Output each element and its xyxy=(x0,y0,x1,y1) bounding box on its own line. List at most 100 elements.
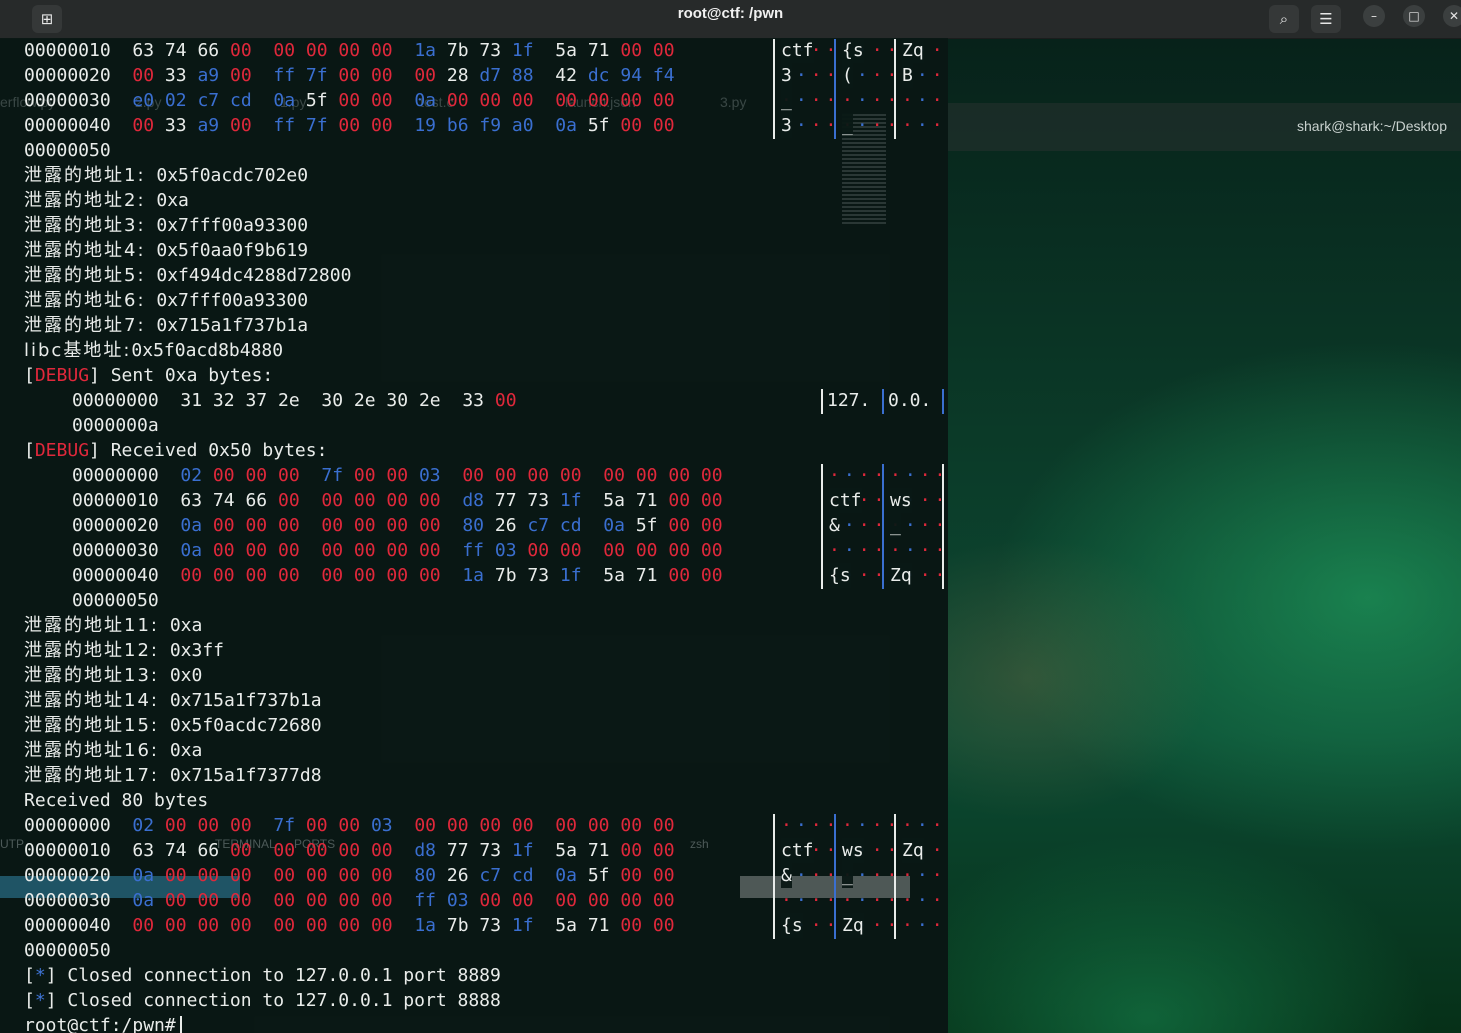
ascii-dot: · xyxy=(858,565,874,586)
search-button[interactable]: ⌕ xyxy=(1269,5,1299,33)
text-cursor xyxy=(179,1016,182,1033)
hex-byte: 00 xyxy=(305,915,328,936)
hex-byte: 00 xyxy=(700,515,723,536)
received-80-end-offset: 00000050 xyxy=(24,938,111,963)
ascii-text: ctf xyxy=(781,38,814,63)
ascii-text: ctf xyxy=(829,488,862,513)
hexdump-row: 00000020 00 33 a9 00 ff 7f 00 00 00 28 d… xyxy=(24,63,696,88)
terminal-output[interactable]: erflow.py 2.py 1.py test.c launch.json 3.py … xyxy=(0,38,948,1033)
hexdump-row: 00000040 00 00 00 00 00 00 00 00 1a 7b 7… xyxy=(72,563,744,588)
hex-byte: 00 xyxy=(620,890,643,911)
hex-byte: 00 xyxy=(305,840,328,861)
hex-byte: 00 xyxy=(321,565,344,586)
ascii-dot: · xyxy=(858,515,874,536)
hex-byte: 00 xyxy=(386,565,409,586)
close-button[interactable]: ✕ xyxy=(1443,5,1461,27)
ascii-dot: · xyxy=(873,465,889,486)
ascii-dot: · xyxy=(871,840,887,861)
ascii-dot: · xyxy=(931,40,947,61)
minimize-button[interactable]: – xyxy=(1363,5,1385,27)
hex-byte: 00 xyxy=(700,565,723,586)
leak-value: 0x5f0acdc72680 xyxy=(169,715,322,736)
leak-line: 泄露的地址17: 0x715a1f7377d8 xyxy=(24,763,322,788)
ascii-dot: · xyxy=(810,815,826,836)
hex-byte: 00 xyxy=(132,915,155,936)
hex-byte: 00 xyxy=(652,90,675,111)
status-star: * xyxy=(34,965,46,986)
ascii-dot: · xyxy=(916,890,932,911)
ascii-dot: · xyxy=(947,890,948,911)
hex-byte: 37 xyxy=(245,390,268,411)
ascii-dots: ···· xyxy=(902,888,948,913)
ascii-dots: ···· xyxy=(842,88,901,113)
received-end-offset-text: 00000050 xyxy=(72,590,159,611)
ascii-dot: · xyxy=(843,540,859,561)
hex-byte: 00 xyxy=(479,890,502,911)
ascii-dot: · xyxy=(795,90,811,111)
ascii-dot: · xyxy=(886,115,902,136)
maximize-button[interactable]: □ xyxy=(1403,5,1425,27)
leak-line: 泄露的地址14: 0x715a1f737b1a xyxy=(24,688,322,713)
hex-byte: 00 xyxy=(273,890,296,911)
received-80-bytes: Received 80 bytes xyxy=(24,788,208,813)
hex-byte: 00 xyxy=(229,65,252,86)
hex-byte: 0a xyxy=(414,90,437,111)
hex-byte: 1a xyxy=(414,40,437,61)
hexdump-offset: 00000020 xyxy=(24,865,111,886)
leak-label: 泄露的地址1: xyxy=(24,165,146,186)
ascii-dot: · xyxy=(825,40,841,61)
ascii-dots: ···· xyxy=(902,88,948,113)
hex-byte: 63 xyxy=(180,490,203,511)
hex-byte: 00 xyxy=(180,565,203,586)
hex-byte: 2e xyxy=(418,390,441,411)
hex-byte: 00 xyxy=(277,540,300,561)
ascii-dot: · xyxy=(934,465,948,486)
hex-byte: 00 xyxy=(229,40,252,61)
ascii-dot: · xyxy=(931,840,947,861)
ascii-dot: · xyxy=(871,815,887,836)
hex-byte: 00 xyxy=(668,565,691,586)
hex-byte: 00 xyxy=(229,815,252,836)
hex-byte: 7b xyxy=(494,565,517,586)
leak-label: 泄露的地址12: xyxy=(24,640,159,661)
libc-base-value: 0x5f0acd8b4880 xyxy=(131,340,284,361)
hex-byte: 00 xyxy=(668,515,691,536)
ascii-dot: · xyxy=(873,515,889,536)
menu-button[interactable]: ☰ xyxy=(1311,5,1341,33)
sent-hexdump-row: 00000000 31 32 37 2e 30 2e 30 2e 33 00 xyxy=(72,388,527,413)
